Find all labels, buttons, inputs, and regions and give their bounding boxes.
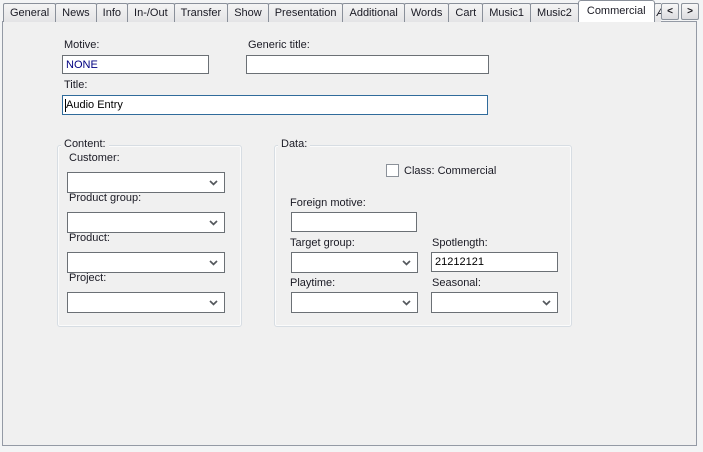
target-group-combobox[interactable] (291, 252, 418, 273)
commercial-tab-screen: General News Info In-/Out Transfer Show … (0, 0, 703, 452)
text-caret (65, 99, 66, 112)
customer-label: Customer: (69, 152, 120, 164)
title-input-wrap (62, 95, 488, 115)
data-groupbox: Data: Class: Commercial Foreign motive: … (274, 145, 572, 327)
class-commercial-label: Class: Commercial (404, 165, 496, 177)
tab-partial-clipped[interactable]: A (654, 3, 661, 22)
product-group-label: Product group: (69, 192, 141, 204)
playtime-label: Playtime: (290, 277, 335, 289)
target-group-label: Target group: (290, 237, 355, 249)
foreign-motive-label: Foreign motive: (290, 197, 366, 209)
data-group-legend: Data: (278, 138, 310, 150)
tab-scroll-buttons: < > (661, 3, 699, 20)
tab-transfer[interactable]: Transfer (174, 3, 229, 22)
generic-title-label: Generic title: (248, 39, 310, 51)
project-label: Project: (69, 272, 106, 284)
chevron-down-icon (209, 220, 218, 226)
tab-commercial[interactable]: Commercial (578, 0, 655, 22)
class-commercial-checkbox[interactable] (386, 164, 399, 177)
tab-scroll-left-button[interactable]: < (661, 3, 679, 20)
tab-general[interactable]: General (3, 3, 56, 22)
chevron-down-icon (402, 260, 411, 266)
tab-in-out[interactable]: In-/Out (127, 3, 175, 22)
chevron-down-icon (402, 300, 411, 306)
chevron-down-icon (209, 180, 218, 186)
tab-scroll-right-button[interactable]: > (681, 3, 699, 20)
foreign-motive-input[interactable] (291, 212, 417, 232)
tab-info[interactable]: Info (96, 3, 128, 22)
playtime-combobox[interactable] (291, 292, 418, 313)
product-label: Product: (69, 232, 110, 244)
product-group-combobox[interactable] (67, 212, 225, 233)
content-groupbox: Content: Customer: Product group: Produc… (57, 145, 242, 327)
motive-label: Motive: (64, 39, 99, 51)
tab-additional[interactable]: Additional (342, 3, 404, 22)
spotlength-input[interactable] (431, 252, 558, 272)
tab-show[interactable]: Show (227, 3, 269, 22)
chevron-down-icon (209, 300, 218, 306)
project-combobox[interactable] (67, 292, 225, 313)
chevron-down-icon (209, 260, 218, 266)
product-combobox[interactable] (67, 252, 225, 273)
title-input[interactable] (62, 95, 488, 115)
content-group-legend: Content: (61, 138, 109, 150)
customer-combobox[interactable] (67, 172, 225, 193)
seasonal-label: Seasonal: (432, 277, 481, 289)
title-label: Title: (64, 79, 87, 91)
tab-presentation[interactable]: Presentation (268, 3, 344, 22)
tab-words[interactable]: Words (404, 3, 450, 22)
motive-input[interactable] (62, 55, 209, 74)
spotlength-label: Spotlength: (432, 237, 488, 249)
seasonal-combobox[interactable] (431, 292, 558, 313)
tab-music2[interactable]: Music2 (530, 3, 579, 22)
tab-cart[interactable]: Cart (448, 3, 483, 22)
tab-music1[interactable]: Music1 (482, 3, 531, 22)
tab-strip: General News Info In-/Out Transfer Show … (3, 0, 661, 22)
tab-news[interactable]: News (55, 3, 97, 22)
chevron-down-icon (542, 300, 551, 306)
generic-title-input[interactable] (246, 55, 489, 74)
